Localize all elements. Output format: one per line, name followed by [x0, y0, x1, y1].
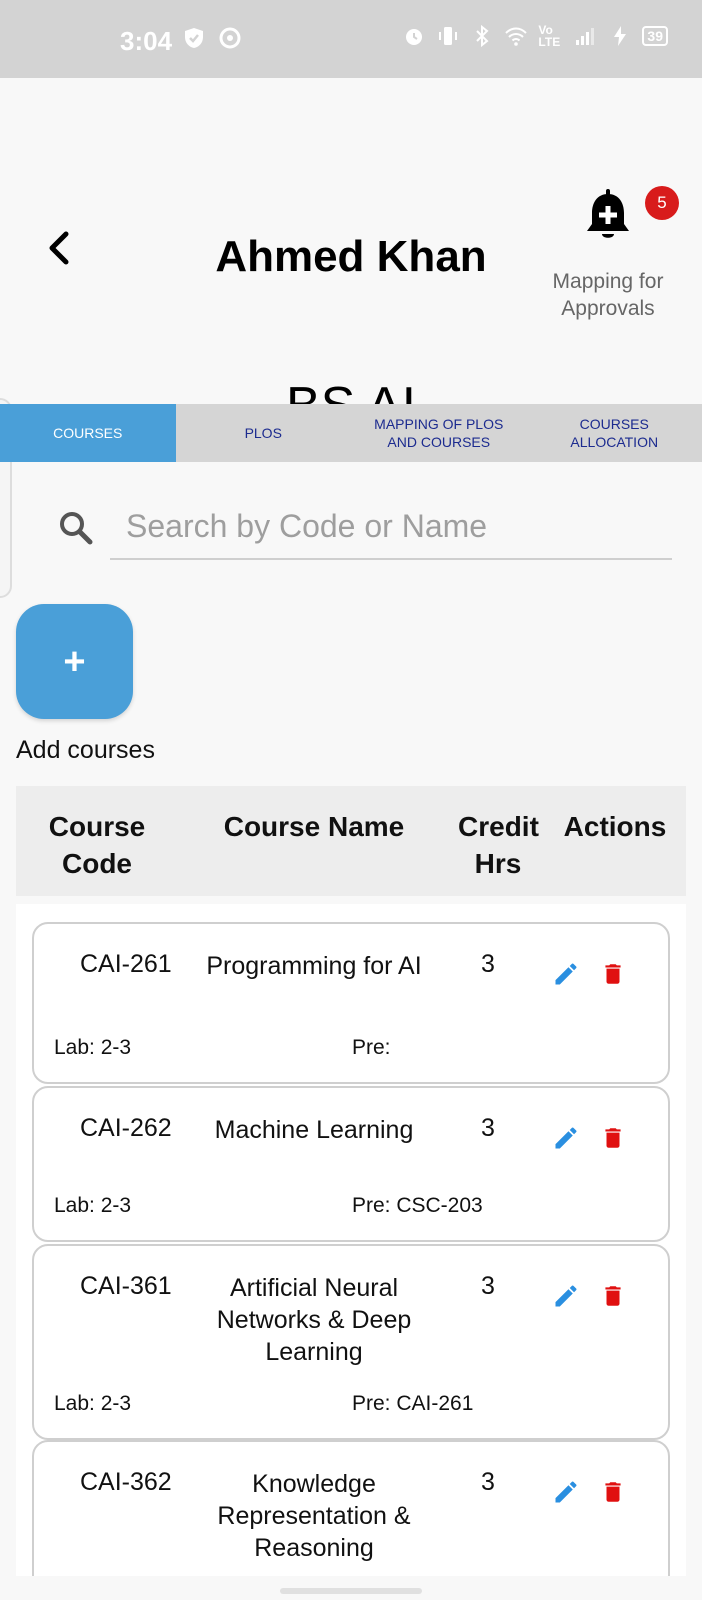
app-header: Ahmed Khan 5 Mapping for Approvals BS AI: [0, 78, 702, 435]
status-time: 3:04: [120, 26, 173, 56]
course-code: CAI-261: [80, 950, 172, 978]
course-name: Artificial Neural Networks & Deep Learni…: [216, 1274, 412, 1366]
course-prerequisite: Pre:: [352, 1036, 391, 1059]
status-bar: 3:04 Vo LTE 39: [0, 0, 702, 78]
delete-icon[interactable]: [600, 960, 626, 988]
home-indicator: [280, 1588, 422, 1594]
charging-icon: [614, 26, 627, 46]
col-actions: Actions: [563, 811, 667, 842]
course-name: Knowledge Representation & Reasoning: [217, 1470, 411, 1562]
course-prerequisite: Pre: CSC-203: [352, 1194, 483, 1217]
tab-plos[interactable]: PLOS: [176, 404, 352, 462]
delete-icon[interactable]: [600, 1124, 626, 1152]
course-code: CAI-361: [80, 1272, 172, 1300]
search-icon: [60, 512, 93, 545]
edit-icon[interactable]: [552, 960, 580, 988]
add-course-label: Add courses: [16, 736, 155, 764]
battery-indicator: 39: [642, 26, 668, 46]
course-lab: Lab: 2-3: [54, 1036, 132, 1059]
col-course-code: Course Code: [48, 811, 146, 879]
course-row: CAI-362 Knowledge Representation & Reaso…: [32, 1440, 670, 1576]
bluetooth-icon: [476, 24, 489, 48]
course-name: Machine Learning: [214, 1116, 414, 1144]
course-list: CAI-261 Programming for AI 3 Lab: 2-3 Pr…: [16, 904, 686, 1576]
table-header: Course Code Course Name Credit Hrs Actio…: [16, 786, 686, 896]
tab-bar: COURSES PLOS MAPPING OF PLOS AND COURSES…: [0, 404, 702, 462]
search-input[interactable]: [110, 494, 672, 560]
wifi-icon: [505, 27, 528, 46]
course-code: CAI-262: [80, 1114, 172, 1142]
edit-icon[interactable]: [552, 1282, 580, 1310]
plus-icon: +: [63, 640, 86, 683]
add-course-button[interactable]: +: [16, 604, 133, 719]
col-credit-hrs: Credit Hrs: [458, 811, 539, 879]
course-name: Programming for AI: [206, 952, 422, 980]
course-prerequisite: Pre: CAI-261: [352, 1392, 474, 1415]
bell-icon: [587, 189, 629, 238]
approvals-notification-button[interactable]: 5 Mapping for Approvals: [538, 186, 679, 320]
delete-icon[interactable]: [600, 1478, 626, 1506]
sync-icon: [219, 27, 241, 49]
tab-mapping-plos-courses[interactable]: MAPPING OF PLOS AND COURSES: [351, 404, 527, 462]
course-credit: 3: [481, 1468, 495, 1496]
notification-label: Mapping for Approvals: [552, 270, 664, 320]
shield-icon: [185, 28, 203, 48]
tab-courses-allocation[interactable]: COURSES ALLOCATION: [527, 404, 702, 462]
course-credit: 3: [481, 1114, 495, 1142]
edit-icon[interactable]: [552, 1124, 580, 1152]
course-row: CAI-361 Artificial Neural Networks & Dee…: [32, 1244, 670, 1440]
course-code: CAI-362: [80, 1468, 172, 1496]
signal-icon: [576, 28, 595, 45]
course-credit: 3: [481, 1272, 495, 1300]
course-row: CAI-262 Machine Learning 3 Lab: 2-3 Pre:…: [32, 1086, 670, 1242]
delete-icon[interactable]: [600, 1282, 626, 1310]
course-credit: 3: [481, 950, 495, 978]
course-lab: Lab: 2-3: [54, 1392, 132, 1415]
col-course-name: Course Name: [223, 811, 405, 842]
vibrate-icon: [439, 27, 458, 45]
course-lab: Lab: 2-3: [54, 1194, 132, 1217]
tab-courses[interactable]: COURSES: [0, 404, 176, 462]
network-label: Vo LTE: [538, 23, 561, 49]
search-bar: [56, 494, 672, 570]
notification-badge: 5: [645, 186, 679, 220]
edit-icon[interactable]: [552, 1478, 580, 1506]
course-row: CAI-261 Programming for AI 3 Lab: 2-3 Pr…: [32, 922, 670, 1084]
alarm-icon: [406, 29, 423, 45]
